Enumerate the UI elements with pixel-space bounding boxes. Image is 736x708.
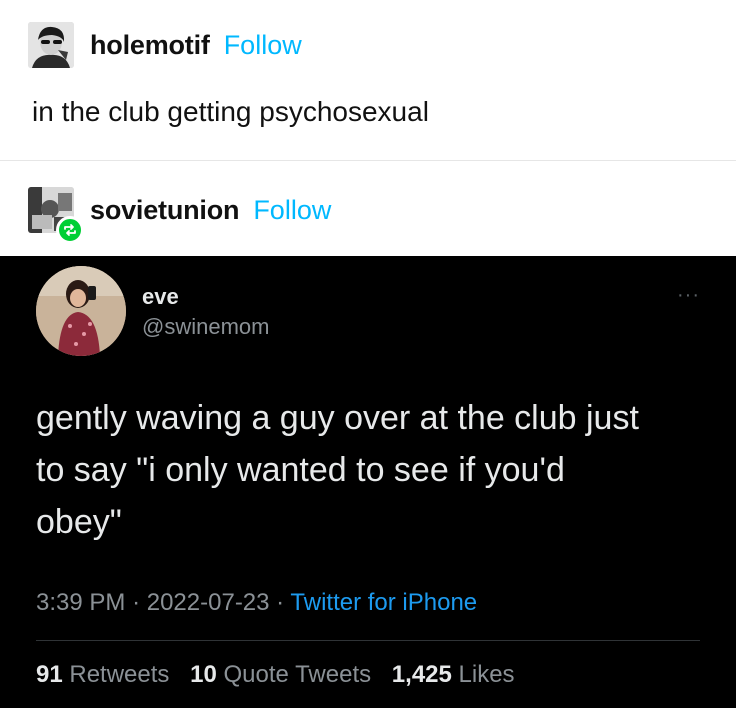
- quote-tweets-label: Quote Tweets: [223, 661, 372, 688]
- post1-username[interactable]: holemotif: [90, 30, 210, 61]
- post-divider: [0, 160, 736, 161]
- holemotif-avatar[interactable]: [28, 22, 74, 68]
- post1-follow-button[interactable]: Follow: [224, 30, 302, 61]
- tweet-separator: [36, 640, 700, 641]
- post2-follow-button[interactable]: Follow: [253, 195, 331, 226]
- quote-tweets-count: 10: [190, 661, 217, 688]
- meta-dot: ·: [276, 589, 285, 616]
- post1-caption: in the club getting psychosexual: [32, 96, 429, 127]
- tweet-meta: 3:39 PM · 2022-07-23 · Twitter for iPhon…: [36, 589, 477, 617]
- tweet-time: 3:39 PM: [36, 589, 126, 616]
- reblog-arrows-icon: [64, 224, 76, 236]
- post2-username[interactable]: sovietunion: [90, 195, 240, 226]
- tweet-avatar-image: [36, 266, 126, 356]
- likes-count: 1,425: [391, 661, 452, 688]
- holemotif-avatar-image: [28, 22, 74, 68]
- retweets-label: Retweets: [69, 661, 170, 688]
- tweet-date: 2022-07-23: [146, 589, 270, 616]
- quote-tweets-stat[interactable]: 10 Quote Tweets: [190, 661, 378, 688]
- tweet-handle[interactable]: @swinemom: [142, 314, 269, 340]
- retweets-stat[interactable]: 91 Retweets: [36, 661, 176, 688]
- tweet-stats: 91 Retweets 10 Quote Tweets 1,425 Likes: [36, 661, 529, 689]
- likes-label: Likes: [458, 661, 515, 688]
- reblog-icon: [56, 216, 84, 244]
- meta-dot: ·: [132, 589, 141, 616]
- more-options-icon[interactable]: ···: [677, 284, 700, 307]
- tweet-text: gently waving a guy over at the club jus…: [36, 399, 639, 541]
- tweet-avatar[interactable]: [36, 266, 126, 356]
- tweet-card: eve @swinemom ··· gently waving a guy ov…: [0, 256, 736, 708]
- likes-stat[interactable]: 1,425 Likes: [392, 661, 515, 688]
- retweets-count: 91: [36, 661, 63, 688]
- tweet-source-link[interactable]: Twitter for iPhone: [290, 589, 477, 616]
- post1-header: holemotif Follow: [28, 22, 302, 68]
- tweet-display-name[interactable]: eve: [142, 284, 179, 310]
